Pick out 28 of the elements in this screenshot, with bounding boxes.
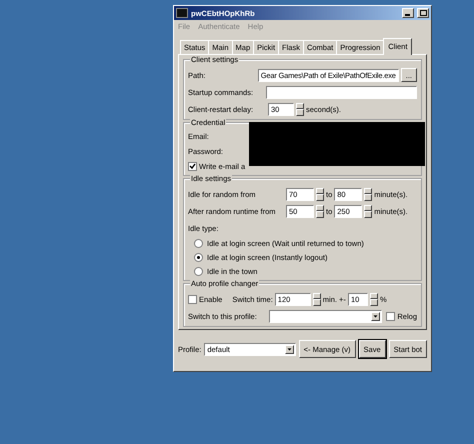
checkbox[interactable] xyxy=(188,294,197,304)
radio-button[interactable] xyxy=(194,267,203,276)
spin-up-button[interactable] xyxy=(364,204,372,211)
checkbox[interactable] xyxy=(188,162,197,171)
spin-up-button[interactable] xyxy=(312,292,321,299)
radio-button[interactable] xyxy=(194,239,203,248)
spin-down-button[interactable] xyxy=(312,299,321,306)
startup-commands-field[interactable] xyxy=(266,86,417,98)
profile-dropdown[interactable] xyxy=(269,310,382,322)
spin-down-button[interactable] xyxy=(296,109,304,116)
minimize-button[interactable] xyxy=(402,8,414,18)
checkbox[interactable] xyxy=(386,312,396,320)
spin-up-button[interactable] xyxy=(316,204,324,211)
dropdown-caret-icon[interactable] xyxy=(371,312,380,320)
radio-button[interactable] xyxy=(194,253,203,262)
app-icon xyxy=(176,8,188,18)
spin-down-button[interactable] xyxy=(364,211,372,218)
maximize-button[interactable] xyxy=(417,8,429,18)
spin-down-button[interactable] xyxy=(364,194,372,200)
dropdown-caret-icon[interactable] xyxy=(284,344,294,354)
spin-down-button[interactable] xyxy=(316,194,324,200)
spin-down-button[interactable] xyxy=(316,211,324,218)
spin-up-button[interactable] xyxy=(296,102,304,109)
maximize-icon xyxy=(420,10,426,16)
spin-up-button[interactable] xyxy=(316,188,324,194)
spin-up-button[interactable] xyxy=(370,292,378,299)
spin-up-button[interactable] xyxy=(364,188,372,194)
spin-down-button[interactable] xyxy=(370,299,378,306)
